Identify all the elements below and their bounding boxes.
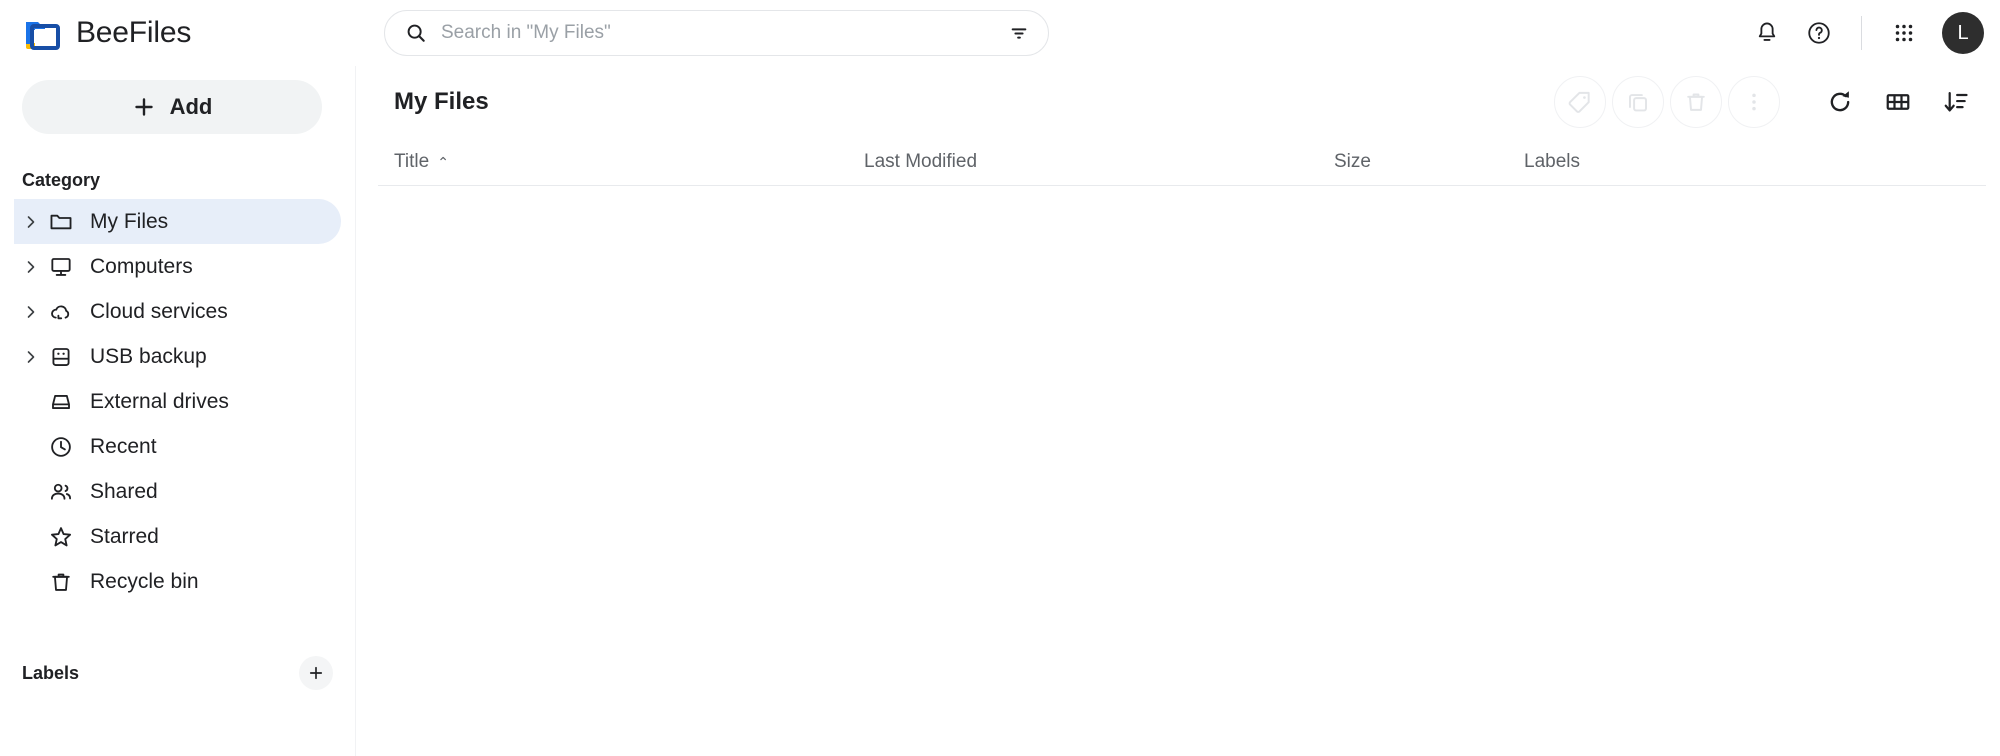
column-header-title[interactable]: Title ⌃ [394, 151, 864, 173]
computer-icon [44, 254, 78, 280]
notifications-button[interactable] [1743, 9, 1791, 57]
top-bar-actions: L [1743, 0, 1984, 66]
header-divider [1861, 16, 1862, 50]
sidebar-item-label: Cloud services [90, 299, 228, 323]
apps-grid-icon [1892, 21, 1916, 45]
category-heading: Category [22, 170, 101, 190]
refresh-button[interactable] [1814, 76, 1866, 128]
search-container [384, 10, 1049, 56]
sidebar-item-computers[interactable]: Computers [14, 244, 341, 289]
sidebar-nav: My Files Computers Cloud services USB ba… [0, 199, 355, 604]
chevron-right-icon[interactable] [18, 199, 44, 244]
clock-icon [44, 434, 78, 460]
sidebar-item-label: Computers [90, 254, 193, 278]
copy-button [1612, 76, 1664, 128]
sidebar-item-shared[interactable]: Shared [14, 469, 341, 514]
chevron-right-icon[interactable] [18, 334, 44, 379]
plus-icon [307, 664, 325, 682]
sidebar-item-usb-backup[interactable]: USB backup [14, 334, 341, 379]
sort-desc-icon [1942, 88, 1970, 116]
more-button [1728, 76, 1780, 128]
sidebar-item-recycle-bin[interactable]: Recycle bin [14, 559, 341, 604]
help-circle-icon [1806, 20, 1832, 46]
page-title: My Files [394, 88, 489, 115]
main-content: My Files Title ⌃ Last Modified Size Labe… [356, 66, 2000, 756]
star-icon [44, 524, 78, 550]
sidebar-item-label: External drives [90, 389, 229, 413]
column-header-label: Last Modified [864, 150, 978, 172]
column-header-label: Labels [1524, 150, 1580, 172]
sidebar-item-label: USB backup [90, 344, 207, 368]
people-icon [44, 479, 78, 505]
folder-logo-icon [22, 13, 62, 53]
search-bar[interactable] [384, 10, 1049, 56]
sidebar: Add Category My Files Computers Cloud se… [0, 66, 356, 756]
add-button-label: Add [169, 94, 213, 119]
sidebar-item-label: My Files [90, 209, 169, 233]
sidebar-item-cloud-services[interactable]: Cloud services [14, 289, 341, 334]
sidebar-item-label: Recent [90, 434, 157, 458]
apps-button[interactable] [1880, 9, 1928, 57]
folder-icon [44, 209, 78, 235]
plus-icon [132, 95, 156, 119]
content-toolbar: My Files [378, 66, 2000, 138]
brand[interactable]: BeeFiles [0, 0, 356, 66]
column-header-label: Title [394, 150, 430, 172]
bell-icon [1754, 20, 1780, 46]
search-input[interactable] [427, 13, 1008, 53]
add-button[interactable]: Add [22, 80, 322, 134]
column-header-size[interactable]: Size [1334, 151, 1524, 173]
refresh-icon [1826, 88, 1854, 116]
grid-view-icon [1884, 88, 1912, 116]
trash-icon [44, 569, 78, 595]
sidebar-item-my-files[interactable]: My Files [14, 199, 341, 244]
sort-button[interactable] [1930, 76, 1982, 128]
file-list [378, 186, 2000, 756]
sidebar-item-starred[interactable]: Starred [14, 514, 341, 559]
search-icon [405, 22, 427, 44]
filter-icon[interactable] [1008, 22, 1030, 44]
labels-section-header: Labels [0, 656, 355, 690]
avatar[interactable]: L [1942, 12, 1984, 54]
view-button[interactable] [1872, 76, 1924, 128]
tag-icon [1567, 89, 1593, 115]
help-button[interactable] [1795, 9, 1843, 57]
cloud-sync-icon [44, 299, 78, 325]
sidebar-item-external-drives[interactable]: External drives [14, 379, 341, 424]
toolbar-actions [1554, 76, 1982, 128]
usb-drive-icon [44, 344, 78, 370]
hard-drive-icon [44, 389, 78, 415]
column-header-last-modified[interactable]: Last Modified [864, 151, 1334, 173]
sidebar-item-label: Starred [90, 524, 159, 548]
table-header: Title ⌃ Last Modified Size Labels [378, 138, 1986, 186]
brand-name: BeeFiles [76, 16, 192, 49]
sort-ascending-icon: ⌃ [437, 153, 449, 170]
trash-icon [1683, 89, 1709, 115]
column-header-label: Size [1334, 150, 1371, 172]
chevron-right-icon[interactable] [18, 289, 44, 334]
tag-button [1554, 76, 1606, 128]
column-header-labels[interactable]: Labels [1524, 151, 1986, 173]
add-label-button[interactable] [299, 656, 333, 690]
more-vert-icon [1742, 90, 1766, 114]
labels-heading: Labels [22, 662, 80, 683]
copy-icon [1625, 89, 1651, 115]
delete-button [1670, 76, 1722, 128]
chevron-right-icon[interactable] [18, 244, 44, 289]
sidebar-item-label: Shared [90, 479, 158, 503]
app-window: BeeFiles Search in "My Files" L Add Cate… [0, 0, 2000, 756]
top-bar: BeeFiles Search in "My Files" L [0, 0, 2000, 66]
body-area: Add Category My Files Computers Cloud se… [0, 66, 2000, 756]
sidebar-item-recent[interactable]: Recent [14, 424, 341, 469]
sidebar-item-label: Recycle bin [90, 569, 199, 593]
